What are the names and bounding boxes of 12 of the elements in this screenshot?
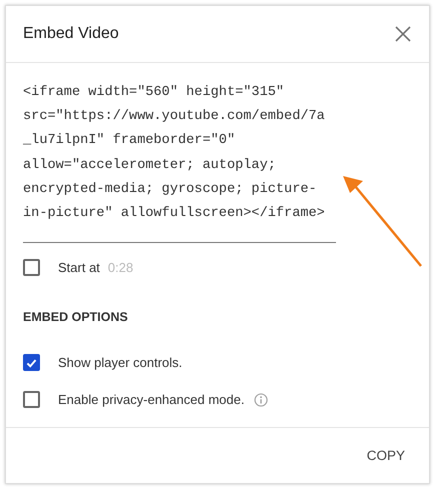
info-icon[interactable] [254, 392, 268, 407]
close-icon[interactable] [395, 26, 411, 42]
checkbox[interactable] [23, 354, 40, 372]
section-heading: EMBED OPTIONS [23, 310, 129, 324]
option-label: Enable privacy-enhanced mode. [58, 392, 244, 408]
start-at-label: Start at [58, 260, 100, 276]
option-label: Show player controls. [58, 355, 182, 370]
dialog-title: Embed Video [23, 25, 119, 43]
checkbox[interactable] [23, 259, 40, 276]
checkbox[interactable] [23, 391, 40, 408]
copy-button[interactable]: COPY [356, 442, 415, 469]
embed-code-field[interactable]: <iframe width="560" height="315" src="https://www.youtube.com/embed/7a _lu7ilpnI" frameborder="0" allow="accelerometer; autoplay; encrypted-media; gyroscope; picture- in-picture" allowfullscreen></iframe> [23, 81, 336, 244]
